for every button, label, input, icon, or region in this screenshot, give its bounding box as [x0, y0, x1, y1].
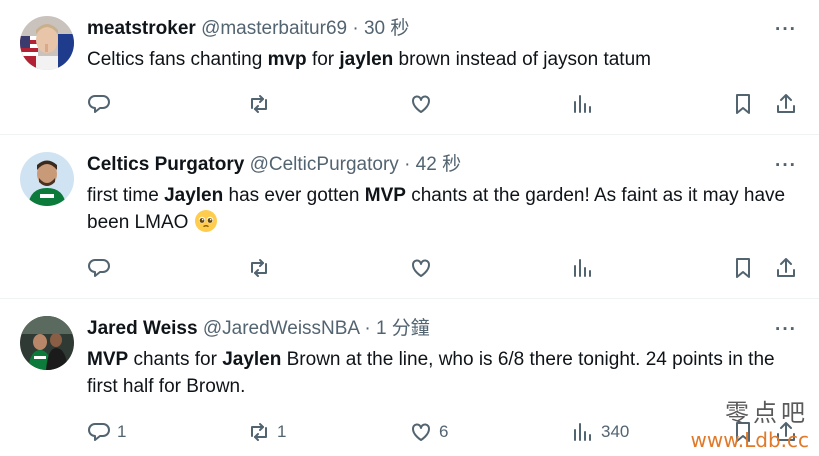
- tweet-text: Celtics fans chanting mvp for jaylen bro…: [87, 46, 807, 73]
- display-name[interactable]: Celtics Purgatory: [87, 154, 244, 175]
- like-button[interactable]: 6: [409, 417, 448, 447]
- text-bold-segment: Jaylen: [222, 349, 282, 370]
- text-segment: first time: [87, 185, 165, 206]
- text-bold-segment: jaylen: [339, 49, 394, 70]
- user-handle[interactable]: @masterbaitur69: [201, 18, 347, 39]
- watermark-logo-text: 零点吧: [725, 399, 809, 427]
- text-segment: for: [306, 49, 340, 70]
- like-icon: [412, 259, 430, 277]
- timestamp[interactable]: 30 秒: [364, 18, 409, 39]
- display-name[interactable]: Jared Weiss: [87, 318, 198, 339]
- share-icon: [777, 258, 795, 277]
- text-bold-segment: mvp: [267, 49, 307, 70]
- repost-icon: [251, 259, 267, 277]
- bookmark-icon: [736, 258, 750, 278]
- share-button[interactable]: [774, 253, 798, 283]
- views-button[interactable]: 340: [571, 417, 629, 447]
- reply-icon: [88, 259, 110, 277]
- tweet-2[interactable]: Celtics Purgatory @CelticPurgatory · 42 …: [0, 136, 819, 299]
- avatar[interactable]: [20, 16, 74, 70]
- timestamp[interactable]: 1 分鐘: [376, 318, 430, 339]
- reply-button[interactable]: 1: [87, 417, 126, 447]
- more-options-button[interactable]: ···: [775, 20, 797, 40]
- user-handle[interactable]: @JaredWeissNBA: [203, 318, 359, 339]
- like-count: 6: [439, 422, 449, 441]
- avatar[interactable]: [20, 316, 74, 370]
- tweet-1[interactable]: meatstroker @masterbaitur69 · 30 秒 ··· C…: [0, 0, 819, 135]
- separator-dot: ·: [404, 154, 411, 175]
- tweet-text: first time Jaylen has ever gotten MVP ch…: [87, 182, 807, 236]
- like-button[interactable]: [409, 253, 433, 283]
- avatar[interactable]: [20, 152, 74, 206]
- bookmark-button[interactable]: [731, 89, 755, 119]
- view-count: 340: [601, 422, 630, 441]
- site-watermark: 零点吧 www.Ldb.cc: [691, 393, 809, 452]
- display-name[interactable]: meatstroker: [87, 18, 196, 39]
- tweet-header: Jared Weiss @JaredWeissNBA · 1 分鐘: [87, 317, 430, 341]
- separator-dot: ·: [352, 18, 359, 39]
- watermark-url: www.Ldb.cc: [690, 428, 809, 452]
- text-segment: brown instead of jayson tatum: [393, 49, 651, 70]
- bookmark-icon: [736, 94, 750, 114]
- more-options-button[interactable]: ···: [775, 320, 797, 340]
- separator-dot: ·: [364, 318, 371, 339]
- share-icon: [777, 94, 795, 113]
- like-icon: [412, 423, 430, 441]
- tweet-text: MVP chants for Jaylen Brown at the line,…: [87, 346, 807, 400]
- repost-button[interactable]: [247, 253, 271, 283]
- repost-icon: [251, 95, 267, 113]
- bookmark-button[interactable]: [731, 253, 755, 283]
- text-bold-segment: Jaylen: [164, 185, 224, 206]
- text-segment: Celtics fans chanting: [87, 49, 268, 70]
- repost-button[interactable]: [247, 89, 271, 119]
- tweet-header: Celtics Purgatory @CelticPurgatory · 42 …: [87, 153, 461, 177]
- text-bold-segment: MVP: [87, 349, 129, 370]
- share-button[interactable]: [774, 89, 798, 119]
- repost-count: 1: [277, 422, 287, 441]
- reply-icon: [88, 423, 110, 441]
- user-handle[interactable]: @CelticPurgatory: [250, 154, 399, 175]
- text-segment: chants for: [128, 349, 223, 370]
- reply-icon: [88, 95, 110, 113]
- reply-button[interactable]: [87, 89, 111, 119]
- views-icon: [574, 95, 591, 113]
- views-icon: [574, 259, 591, 277]
- like-icon: [412, 95, 430, 113]
- reply-button[interactable]: [87, 253, 111, 283]
- like-button[interactable]: [409, 89, 433, 119]
- action-bar: [0, 89, 819, 119]
- repost-button[interactable]: 1: [247, 417, 286, 447]
- views-button[interactable]: [571, 89, 595, 119]
- views-button[interactable]: [571, 253, 595, 283]
- text-bold-segment: MVP: [364, 185, 406, 206]
- tweet-header: meatstroker @masterbaitur69 · 30 秒: [87, 17, 409, 41]
- action-bar: [0, 253, 819, 283]
- timestamp[interactable]: 42 秒: [416, 154, 461, 175]
- reply-count: 1: [117, 422, 127, 441]
- repost-icon: [251, 423, 267, 441]
- more-options-button[interactable]: ···: [775, 156, 797, 176]
- text-segment: has ever gotten: [223, 185, 365, 206]
- views-icon: [574, 423, 591, 441]
- pleading-face-emoji-icon: [194, 210, 217, 232]
